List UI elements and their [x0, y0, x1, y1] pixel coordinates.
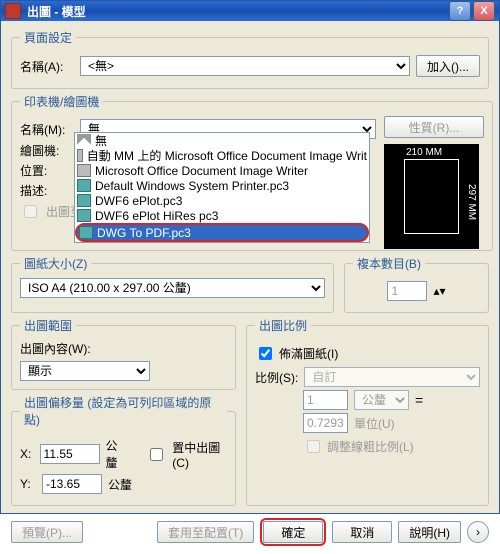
list-item[interactable]: Default Windows System Printer.pc3	[75, 178, 369, 193]
ok-button[interactable]: 確定	[263, 521, 323, 543]
lineweight-label: 調整線粗比例(L)	[327, 438, 414, 455]
equals-label: =	[415, 392, 423, 408]
spinner-icon: ▴▾	[433, 284, 445, 298]
x-input[interactable]	[40, 444, 100, 464]
printer-dropdown-list: 無 自動 MM 上的 Microsoft Office Document Ima…	[74, 132, 370, 243]
scale-group: 出圖比例 佈滿圖紙(I) 比例(S): 自訂 公釐 =	[246, 317, 489, 506]
preview-button: 預覽(P)...	[11, 521, 83, 543]
list-item[interactable]: 自動 MM 上的 Microsoft Office Document Image…	[75, 148, 369, 163]
title-bar: 出圖 - 模型 ? X	[1, 1, 499, 21]
chevron-right-icon: ›	[476, 525, 480, 539]
printer-icon	[77, 149, 83, 162]
paper-size-select[interactable]: ISO A4 (210.00 x 297.00 公釐)	[20, 278, 325, 298]
plotter-icon	[77, 179, 91, 192]
plotter-icon	[77, 209, 91, 222]
apply-button: 套用至配置(T)	[157, 521, 254, 543]
offset-legend: 出圖偏移量 (設定為可列印區域的原點)	[20, 394, 227, 428]
fit-label: 佈滿圖紙(I)	[279, 345, 338, 362]
page-setup-group: 頁面設定 名稱(A): <無> 加入()...	[11, 29, 489, 89]
list-item[interactable]: DWF6 ePlot.pc3	[75, 193, 369, 208]
scale-num-input	[303, 390, 348, 410]
center-label: 置中出圖(C)	[172, 439, 227, 470]
fit-checkbox[interactable]	[259, 347, 272, 360]
plot-area-group: 出圖範圍 出圖內容(W): 顯示	[11, 317, 236, 390]
properties-button: 性質(R)...	[384, 116, 484, 138]
scale-legend: 出圖比例	[255, 317, 311, 334]
offset-group: 出圖偏移量 (設定為可列印區域的原點) X: 公釐 置中出圖(C) Y: 公釐	[11, 394, 236, 506]
plot-area-legend: 出圖範圍	[20, 317, 76, 334]
paper-size-legend: 圖紙大小(Z)	[20, 255, 91, 272]
what-to-plot-select[interactable]: 顯示	[20, 361, 150, 381]
copies-group: 複本數目(B) ▴▾	[344, 255, 489, 313]
printer-name-label: 名稱(M):	[20, 121, 74, 138]
help-button[interactable]: ?	[449, 1, 471, 21]
plotter-icon	[77, 194, 91, 207]
scale-unit-select: 公釐	[354, 390, 409, 410]
add-button[interactable]: 加入()...	[416, 55, 480, 77]
page-setup-legend: 頁面設定	[20, 29, 76, 46]
desc-label: 描述:	[20, 182, 74, 199]
paper-preview: 210 MM 297 MM	[384, 144, 479, 249]
plot-to-file-checkbox	[24, 205, 37, 218]
preview-width-label: 210 MM	[406, 147, 442, 158]
name-label: 名稱(A):	[20, 58, 74, 75]
help-btn[interactable]: 說明(H)	[398, 521, 461, 543]
y-label: Y:	[20, 477, 36, 491]
list-item[interactable]: DWF6 ePlot HiRes pc3	[75, 208, 369, 223]
expand-button[interactable]: ›	[467, 521, 489, 543]
plotter-icon	[79, 226, 93, 239]
what-to-plot-label: 出圖內容(W):	[20, 340, 227, 357]
y-unit: 公釐	[108, 476, 132, 493]
center-checkbox[interactable]	[150, 448, 163, 461]
x-label: X:	[20, 447, 34, 461]
lineweight-checkbox	[307, 440, 320, 453]
page-setup-name-select[interactable]: <無>	[80, 56, 410, 76]
list-item[interactable]: 無	[75, 133, 369, 148]
unit2-label: 單位(U)	[354, 415, 395, 432]
close-button[interactable]: X	[473, 1, 495, 21]
list-item-selected[interactable]: DWG To PDF.pc3	[75, 223, 369, 242]
window-title: 出圖 - 模型	[27, 3, 86, 20]
printer-legend: 印表機/繪圖機	[20, 93, 103, 110]
cancel-button[interactable]: 取消	[332, 521, 392, 543]
printer-icon	[77, 164, 91, 177]
plotter-label: 繪圖機:	[20, 142, 74, 159]
ratio-label: 比例(S):	[255, 369, 298, 386]
y-input[interactable]	[42, 474, 102, 494]
app-icon	[5, 3, 21, 19]
printer-group: 印表機/繪圖機 名稱(M): 無 繪圖機: 位置: 描述: 出圖至	[11, 93, 493, 251]
paper-size-group: 圖紙大小(Z) ISO A4 (210.00 x 297.00 公釐)	[11, 255, 334, 313]
preview-height-label: 297 MM	[466, 184, 477, 220]
x-unit: 公釐	[106, 437, 126, 471]
location-label: 位置:	[20, 162, 74, 179]
scale-den-input	[303, 413, 348, 433]
copies-legend: 複本數目(B)	[353, 255, 425, 272]
copies-input	[387, 281, 427, 301]
list-item[interactable]: Microsoft Office Document Image Writer	[75, 163, 369, 178]
none-icon	[77, 134, 91, 147]
ratio-select: 自訂	[304, 367, 480, 387]
